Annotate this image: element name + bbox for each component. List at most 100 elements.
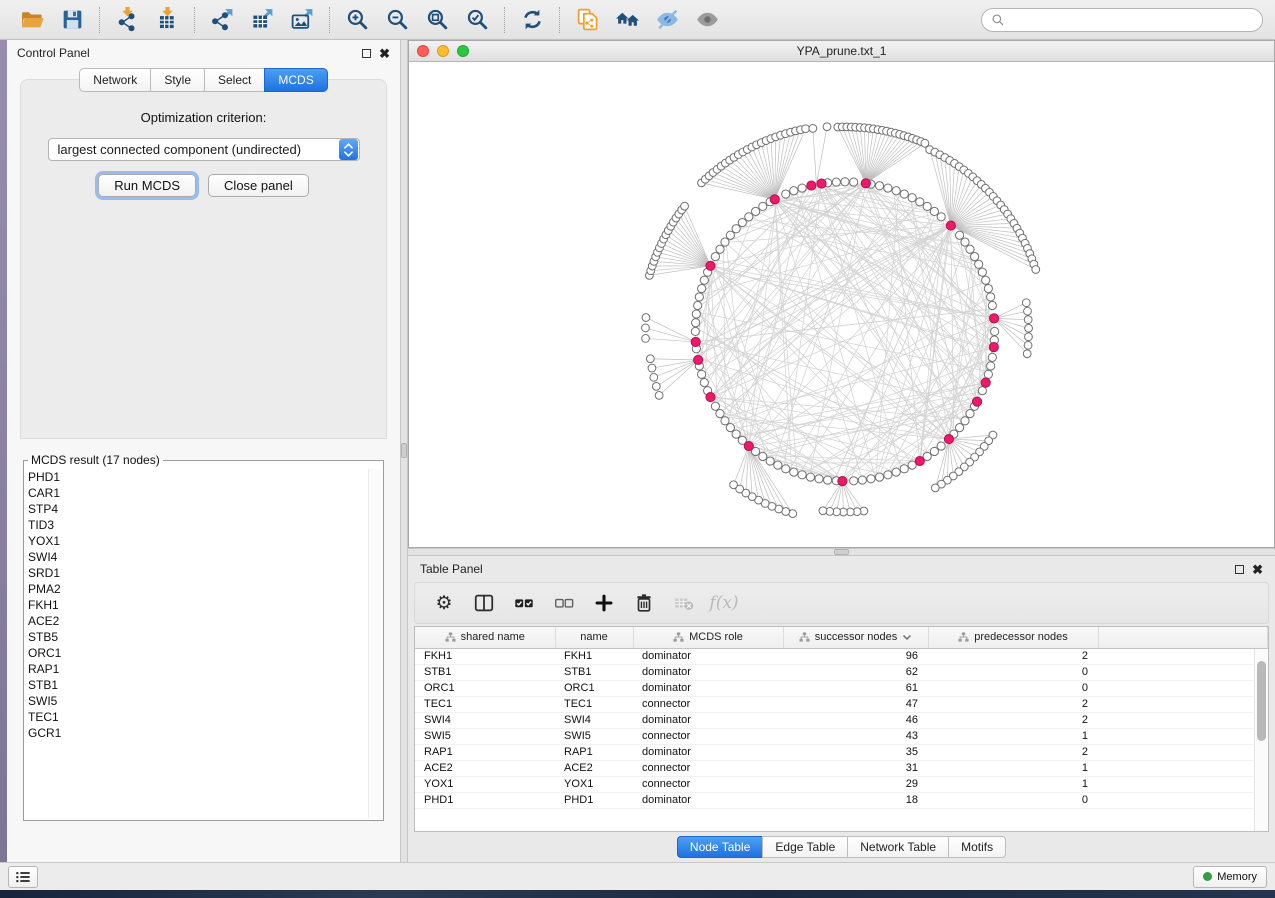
table-row[interactable]: FKH1FKH1dominator962 [415,648,1268,664]
tab-network[interactable]: Network [79,68,150,92]
mcds-node-item[interactable]: PMA2 [28,581,379,597]
table-row[interactable]: SWI4SWI4dominator462 [415,712,1268,728]
float-panel-icon[interactable] [1235,565,1244,574]
cell-successor-nodes[interactable]: 96 [783,648,928,664]
table-row[interactable]: TEC1TEC1connector472 [415,696,1268,712]
mcds-node-item[interactable]: SWI4 [28,549,379,565]
save-session-button[interactable] [52,4,92,36]
table-row[interactable]: RAP1RAP1dominator352 [415,744,1268,760]
cell-MCDS-role[interactable]: dominator [633,712,783,728]
cell-name[interactable]: PHD1 [555,792,633,808]
optimization-criterion-dropdown[interactable]: largest connected component (undirected) [48,138,360,161]
cell-name[interactable]: FKH1 [555,648,633,664]
table-scrollbar[interactable] [1254,649,1268,831]
cell-shared-name[interactable]: PHD1 [415,792,555,808]
table-row[interactable]: YOX1YOX1connector291 [415,776,1268,792]
network-view-canvas[interactable] [408,62,1275,548]
mcds-node-item[interactable]: STB5 [28,629,379,645]
gear-button[interactable]: ⚙ [429,588,459,618]
cell-name[interactable]: YOX1 [555,776,633,792]
search-input[interactable] [1011,13,1253,27]
cell-predecessor-nodes[interactable]: 2 [928,744,1098,760]
float-panel-icon[interactable] [362,49,371,58]
cell-predecessor-nodes[interactable]: 2 [928,696,1098,712]
tab-node-table[interactable]: Node Table [677,836,763,858]
open-file-button[interactable] [12,4,52,36]
cell-name[interactable]: TEC1 [555,696,633,712]
close-panel-icon[interactable]: ✖ [1252,565,1263,574]
cell-predecessor-nodes[interactable]: 1 [928,760,1098,776]
cell-MCDS-role[interactable]: dominator [633,792,783,808]
scrollbar-thumb[interactable] [1257,661,1266,741]
cell-predecessor-nodes[interactable]: 1 [928,728,1098,744]
cell-successor-nodes[interactable]: 31 [783,760,928,776]
mcds-node-item[interactable]: YOX1 [28,533,379,549]
cell-successor-nodes[interactable]: 18 [783,792,928,808]
cell-name[interactable]: ORC1 [555,680,633,696]
cell-MCDS-role[interactable]: connector [633,696,783,712]
run-mcds-button[interactable]: Run MCDS [98,174,196,197]
cell-predecessor-nodes[interactable]: 0 [928,680,1098,696]
cell-successor-nodes[interactable]: 61 [783,680,928,696]
mcds-node-item[interactable]: GCR1 [28,725,379,741]
close-panel-icon[interactable]: ✖ [379,49,390,58]
cell-shared-name[interactable]: SWI5 [415,728,555,744]
mcds-list-scrollbar[interactable] [368,469,381,818]
cell-shared-name[interactable]: YOX1 [415,776,555,792]
import-table-button[interactable] [147,4,187,36]
cell-shared-name[interactable]: SWI4 [415,712,555,728]
export-network-button[interactable] [202,4,242,36]
cell-name[interactable]: STB1 [555,664,633,680]
maximize-window-button[interactable] [457,45,469,57]
split-columns-button[interactable] [469,588,499,618]
cell-shared-name[interactable]: STB1 [415,664,555,680]
clone-network-button[interactable] [567,4,607,36]
zoom-out-button[interactable] [377,4,417,36]
minimize-window-button[interactable] [437,45,449,57]
cell-MCDS-role[interactable]: dominator [633,680,783,696]
cell-MCDS-role[interactable]: connector [633,728,783,744]
cell-shared-name[interactable]: RAP1 [415,744,555,760]
column-header-shared-name[interactable]: shared name [415,627,555,648]
mcds-node-item[interactable]: STP4 [28,501,379,517]
network-graph[interactable] [409,62,1274,547]
network-window-titlebar[interactable]: YPA_prune.txt_1 [408,40,1275,62]
column-header-predecessor-nodes[interactable]: predecessor nodes [928,627,1098,648]
vertical-splitter[interactable] [400,40,408,862]
cell-shared-name[interactable]: TEC1 [415,696,555,712]
mcds-node-item[interactable]: FKH1 [28,597,379,613]
cell-successor-nodes[interactable]: 46 [783,712,928,728]
cell-name[interactable]: SWI5 [555,728,633,744]
table-row[interactable]: PHD1PHD1dominator180 [415,792,1268,808]
memory-button[interactable]: Memory [1193,866,1267,888]
horizontal-splitter[interactable] [408,548,1275,556]
cell-predecessor-nodes[interactable]: 0 [928,792,1098,808]
cell-name[interactable]: RAP1 [555,744,633,760]
deselect-all-button[interactable] [549,588,579,618]
column-header-name[interactable]: name [555,627,633,648]
mcds-node-item[interactable]: RAP1 [28,661,379,677]
cell-shared-name[interactable]: ACE2 [415,760,555,776]
table-row[interactable]: ACE2ACE2connector311 [415,760,1268,776]
tab-style[interactable]: Style [150,68,204,92]
cell-shared-name[interactable]: FKH1 [415,648,555,664]
cell-MCDS-role[interactable]: dominator [633,664,783,680]
cell-predecessor-nodes[interactable]: 2 [928,648,1098,664]
table-row[interactable]: ORC1ORC1dominator610 [415,680,1268,696]
select-all-button[interactable] [509,588,539,618]
hide-selected-button[interactable] [647,4,687,36]
mcds-node-item[interactable]: ORC1 [28,645,379,661]
cell-MCDS-role[interactable]: dominator [633,648,783,664]
mcds-node-item[interactable]: STB1 [28,677,379,693]
zoom-selected-button[interactable] [457,4,497,36]
cell-MCDS-role[interactable]: connector [633,776,783,792]
column-header-successor-nodes[interactable]: successor nodes [783,627,928,648]
cell-predecessor-nodes[interactable]: 1 [928,776,1098,792]
cell-successor-nodes[interactable]: 62 [783,664,928,680]
cell-MCDS-role[interactable]: connector [633,760,783,776]
cell-name[interactable]: ACE2 [555,760,633,776]
search-box[interactable] [981,8,1263,32]
mcds-node-item[interactable]: ACE2 [28,613,379,629]
table-row[interactable]: SWI5SWI5connector431 [415,728,1268,744]
cell-predecessor-nodes[interactable]: 2 [928,712,1098,728]
